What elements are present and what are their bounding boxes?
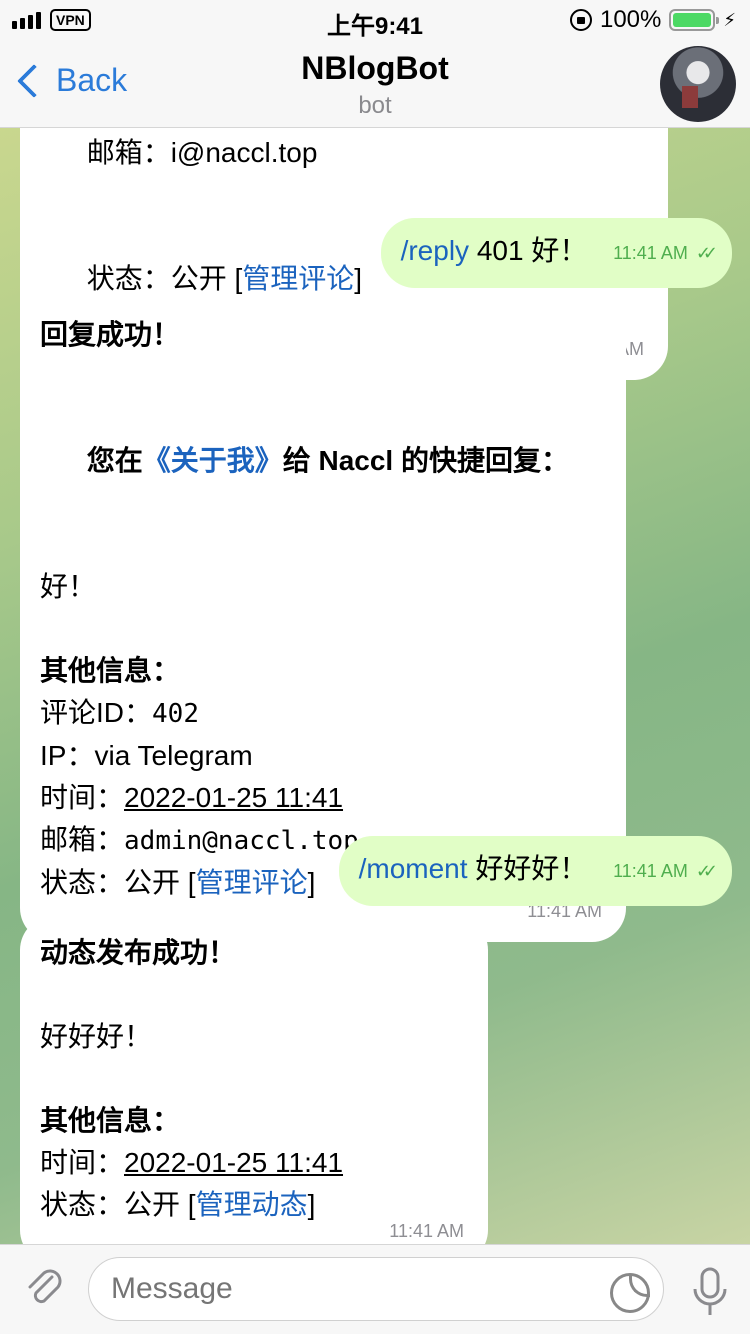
message-text: 邮箱：i@naccl.top xyxy=(86,137,318,168)
lock-rotation-icon xyxy=(569,9,592,31)
message-bubble-incoming[interactable]: 动态发布成功！ 好好好！ 其他信息： 时间：2022-01-25 11:41 状… xyxy=(20,916,488,1244)
message-bubble-outgoing[interactable]: /moment 好好好！ 11:41 AM ✓✓ xyxy=(338,836,732,906)
status-right: 100% ⚡ xyxy=(569,6,736,34)
message-input[interactable] xyxy=(88,1257,664,1321)
post-link[interactable]: 《关于我》 xyxy=(143,445,283,476)
info-title: 其他信息： xyxy=(40,1105,181,1136)
status-bar: VPN 上午9:41 100% ⚡ xyxy=(0,0,750,40)
reply-content: 好！ xyxy=(40,571,97,602)
status-prefix: 状态：公开 [ xyxy=(40,867,196,898)
chat-title[interactable]: NBlogBot xyxy=(0,50,750,87)
intro-prefix: 您在 xyxy=(86,445,143,476)
chat-subtitle: bot xyxy=(358,92,392,119)
email-value: admin@naccl.top xyxy=(124,826,359,856)
charging-icon: ⚡ xyxy=(723,9,736,30)
double-check-icon: ✓✓ xyxy=(695,242,718,263)
sticker-icon[interactable] xyxy=(610,1273,650,1313)
avatar[interactable] xyxy=(660,46,736,122)
input-bar xyxy=(0,1244,750,1334)
status-prefix: 状态：公开 [ xyxy=(86,263,243,294)
comment-id: 402 xyxy=(152,699,199,729)
status-suffix: ] xyxy=(354,263,363,294)
moment-content: 好好好！ xyxy=(40,1021,153,1052)
ip-label: IP： xyxy=(40,740,95,771)
battery-percent: 100% xyxy=(599,6,662,33)
manage-moment-link[interactable]: 管理动态 xyxy=(196,1189,308,1220)
chat-area[interactable]: 邮箱：i@naccl.top 状态：公开 [管理评论] 11:40 AM /re… xyxy=(0,128,750,1244)
date-link[interactable]: 2022-01-25 11:41 xyxy=(124,1147,343,1178)
moment-command-link[interactable]: /moment xyxy=(359,853,468,884)
manage-comment-link[interactable]: 管理评论 xyxy=(196,867,308,898)
intro-suffix: 给 Naccl 的快捷回复： xyxy=(282,445,569,476)
attach-icon[interactable] xyxy=(22,1267,66,1311)
ip-value: via Telegram xyxy=(94,740,253,771)
time-label: 时间： xyxy=(40,782,125,813)
message-time: 11:41 AM ✓✓ xyxy=(613,232,718,274)
status-suffix: ] xyxy=(307,1189,316,1220)
message-title: 回复成功！ xyxy=(40,319,181,350)
nav-bar: Back NBlogBot bot xyxy=(0,40,750,128)
message-title: 动态发布成功！ xyxy=(40,937,237,968)
battery-icon xyxy=(669,9,720,31)
message-bubble-outgoing[interactable]: /reply 401 好！ 11:41 AM ✓✓ xyxy=(380,218,732,288)
time-label: 时间： xyxy=(40,1147,125,1178)
date-link[interactable]: 2022-01-25 11:41 xyxy=(124,782,343,813)
mic-icon[interactable] xyxy=(690,1265,730,1321)
double-check-icon: ✓✓ xyxy=(695,860,718,881)
message-text: 好好好！ xyxy=(467,853,588,884)
status-suffix: ] xyxy=(307,867,316,898)
manage-comment-link[interactable]: 管理评论 xyxy=(242,263,354,294)
reply-command-link[interactable]: /reply xyxy=(401,235,469,266)
comment-id-label: 评论ID： xyxy=(40,697,153,728)
message-time: 11:41 AM xyxy=(389,1221,464,1241)
status-prefix: 状态：公开 [ xyxy=(40,1189,196,1220)
info-title: 其他信息： xyxy=(40,655,181,686)
message-time: 11:41 AM ✓✓ xyxy=(613,850,718,892)
email-label: 邮箱： xyxy=(40,824,125,855)
message-text: 401 好！ xyxy=(469,235,588,266)
